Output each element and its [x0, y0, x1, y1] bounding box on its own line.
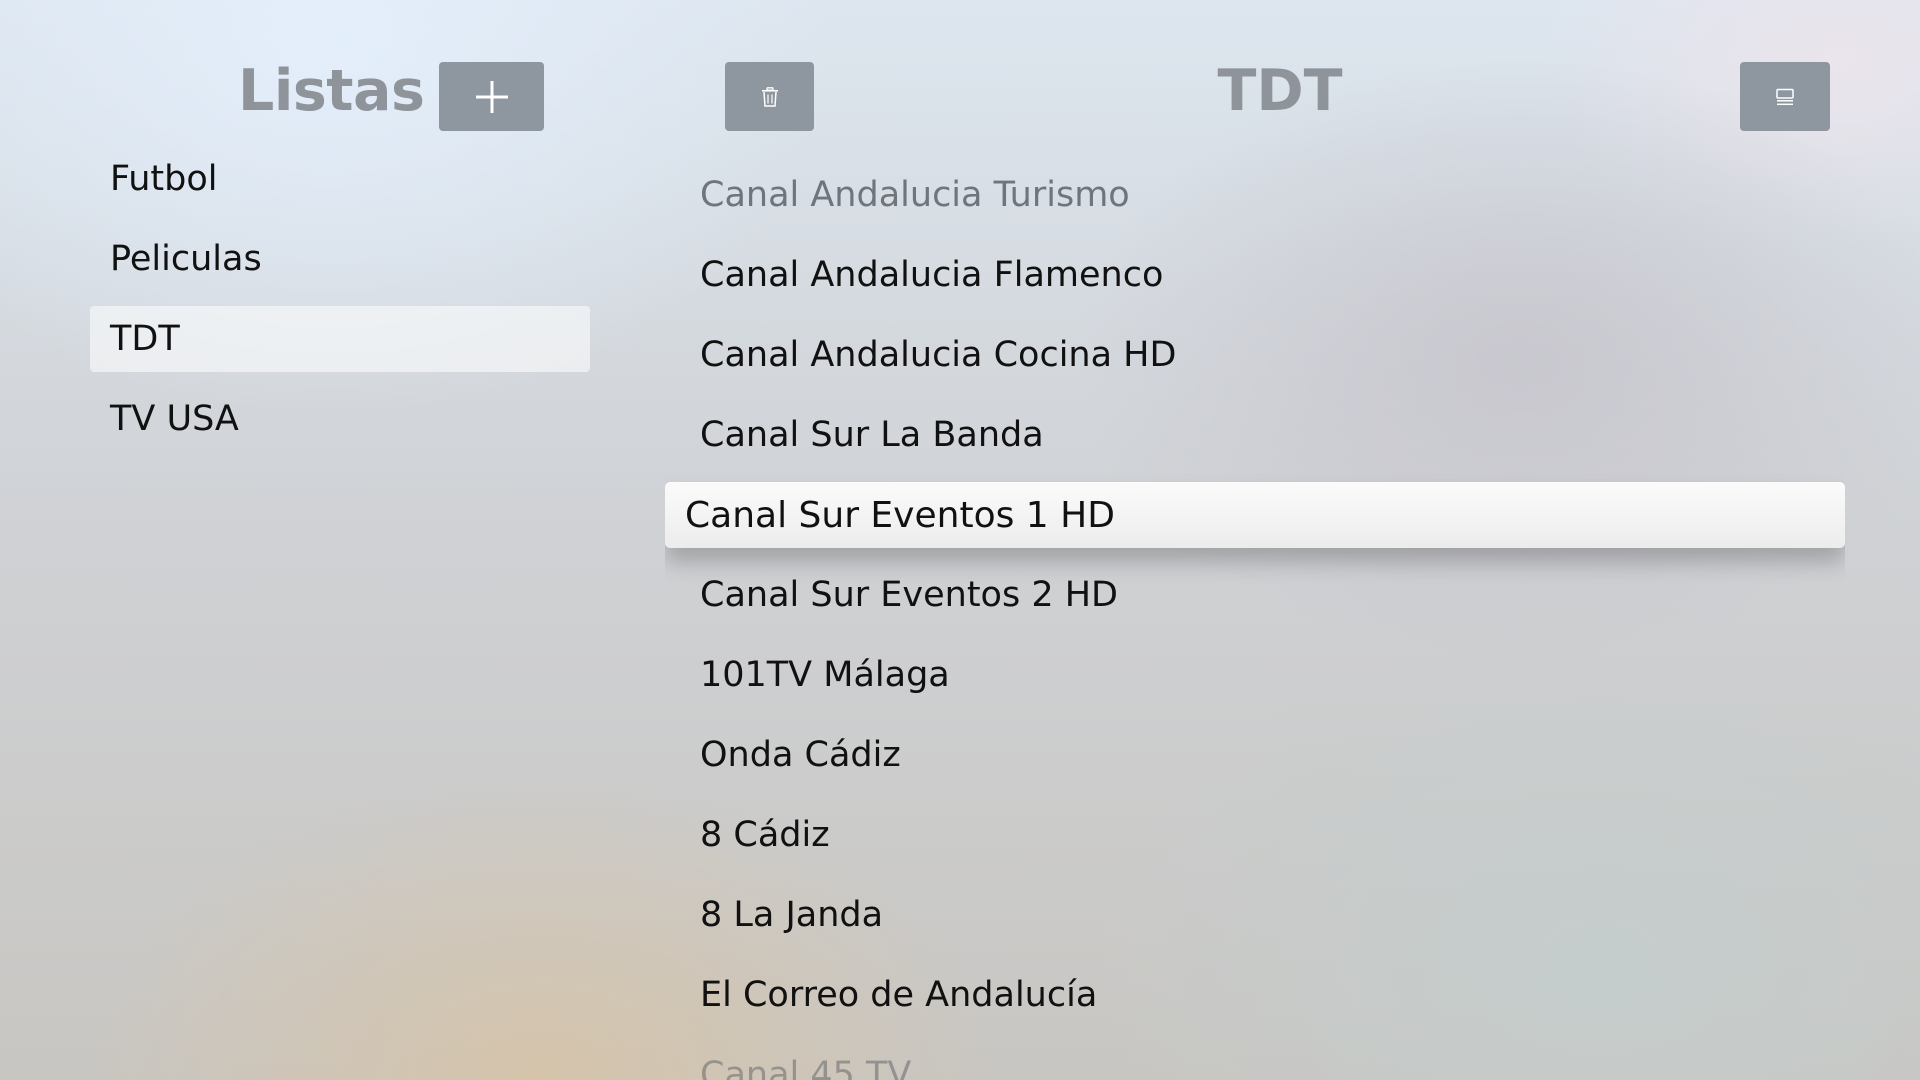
edit-channels-button[interactable] — [1740, 62, 1830, 131]
channel-list: Canal Andalucia Turismo Canal Andalucia … — [665, 162, 1845, 1080]
channel-item[interactable]: Canal Sur La Banda — [665, 402, 1845, 468]
delete-list-button[interactable] — [725, 62, 814, 131]
channel-label: Onda Cádiz — [700, 735, 901, 775]
lists-title: Listas — [238, 58, 425, 124]
add-list-button[interactable] — [439, 62, 544, 131]
channel-item[interactable]: 101TV Málaga — [665, 642, 1845, 708]
trash-icon — [761, 86, 778, 107]
list-item-tdt[interactable]: TDT — [90, 306, 590, 372]
channel-label: Canal 45 TV — [700, 1055, 912, 1080]
list-item-label: Futbol — [110, 159, 218, 199]
channel-item-focused[interactable]: Canal Sur Eventos 1 HD — [665, 482, 1845, 548]
channel-item[interactable]: Canal 45 TV — [665, 1042, 1845, 1080]
channel-label: Canal Andalucia Flamenco — [700, 255, 1164, 295]
channel-item[interactable]: 8 Cádiz — [665, 802, 1845, 868]
channel-label: El Correo de Andalucía — [700, 975, 1098, 1015]
list-item-futbol[interactable]: Futbol — [90, 146, 590, 212]
lists-nav: Futbol Peliculas TDT TV USA — [90, 146, 590, 466]
channel-item[interactable]: El Correo de Andalucía — [665, 962, 1845, 1028]
channel-label: Canal Andalucia Cocina HD — [700, 335, 1177, 375]
channel-label: 8 La Janda — [700, 895, 884, 935]
channel-item[interactable]: Onda Cádiz — [665, 722, 1845, 788]
channel-label: 101TV Málaga — [700, 655, 950, 695]
plus-icon — [475, 80, 508, 113]
channel-item[interactable]: Canal Sur Eventos 2 HD — [665, 562, 1845, 628]
channel-item[interactable]: Canal Andalucia Turismo — [665, 162, 1845, 228]
list-item-label: TV USA — [110, 399, 239, 439]
list-edit-icon — [1776, 88, 1794, 105]
channel-label: 8 Cádiz — [700, 815, 830, 855]
channel-label: Canal Sur Eventos 1 HD — [685, 494, 1115, 536]
list-item-label: TDT — [110, 319, 180, 359]
channel-label: Canal Sur La Banda — [700, 415, 1044, 455]
channel-item[interactable]: 8 La Janda — [665, 882, 1845, 948]
list-item-label: Peliculas — [110, 239, 262, 279]
list-item-peliculas[interactable]: Peliculas — [90, 226, 590, 292]
list-item-tv-usa[interactable]: TV USA — [90, 386, 590, 452]
channel-item[interactable]: Canal Andalucia Flamenco — [665, 242, 1845, 308]
channel-item[interactable]: Canal Andalucia Cocina HD — [665, 322, 1845, 388]
channel-label: Canal Andalucia Turismo — [700, 175, 1130, 215]
channel-label: Canal Sur Eventos 2 HD — [700, 575, 1118, 615]
channels-title: TDT — [1217, 58, 1343, 124]
